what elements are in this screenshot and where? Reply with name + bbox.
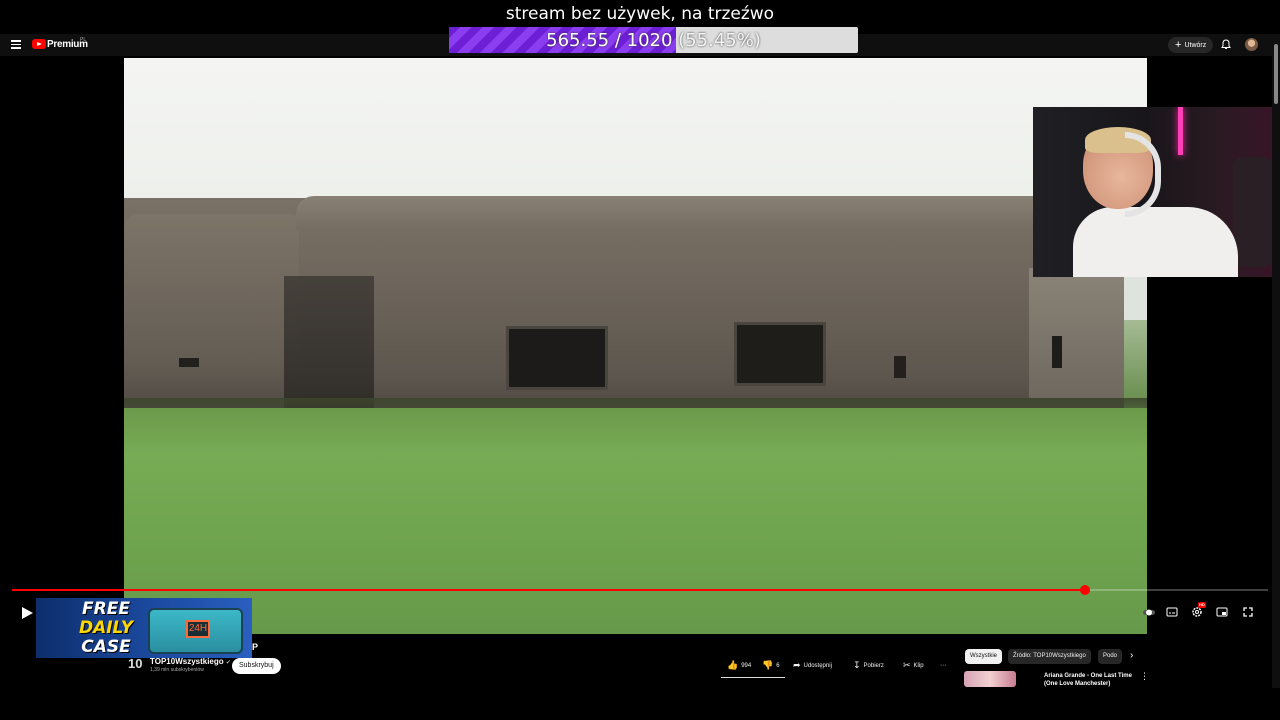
scrubber-played [12,589,1085,591]
channel-name[interactable]: TOP10Wszystkiego ✔ [150,657,231,666]
video-title: P [252,642,259,652]
goal-progress-bar: 565.55 / 1020 (55.45%) [449,27,858,53]
download-label: Pobierz [863,662,884,669]
download-icon: ↧ [853,660,861,670]
gaming-chair [1233,157,1273,267]
bunker-embrasure-left [506,326,608,390]
grass-field [124,408,1147,634]
subscribe-button[interactable]: Subskrybuj [232,658,281,674]
miniplayer-icon[interactable] [1216,606,1228,618]
recommendation-thumbnail[interactable] [964,671,1016,687]
youtube-logo-icon[interactable] [32,39,46,49]
bunker-right-block [1029,268,1124,398]
case-icon: 24H [148,608,243,654]
more-actions-button[interactable]: ⋯ [934,658,952,673]
fullscreen-icon[interactable] [1242,606,1254,618]
goal-progress-text: 565.55 / 1020 (55.45%) [449,30,858,51]
share-button[interactable]: ➦ Udostępnij [787,658,838,673]
bunker-embrasure-right [734,322,826,386]
background-trees [1124,320,1147,410]
autoplay-toggle-icon[interactable] [1143,606,1155,618]
goal-progress-value: 565.55 / 1020 [546,30,673,51]
neon-light [1178,107,1183,155]
share-icon: ➦ [793,660,801,670]
thumbs-up-icon: 👍 [727,660,739,670]
free-daily-case-promo[interactable]: FREE DAILY CASE 24H [36,598,252,658]
like-count: 994 [741,662,752,669]
promo-line-3: CASE [81,637,131,657]
promo-badge: 24H [186,620,210,638]
subscriber-count: 1,39 mln subskrybentów [150,667,204,673]
promo-text: FREE DAILY CASE [56,600,156,657]
chip-source[interactable]: Źródło: TOP10Wszystkiego [1008,649,1091,664]
play-icon[interactable] [22,607,33,619]
menu-icon[interactable] [11,40,21,49]
share-label: Udostępnij [803,662,832,669]
bunker-roof [296,196,1126,230]
create-button[interactable]: + Utwórz [1168,37,1214,53]
promo-line-2: DAILY [78,618,134,638]
bunker-slit [894,356,906,378]
streamer-webcam [1033,107,1280,277]
bell-icon[interactable] [1221,39,1231,50]
video-scrubber[interactable] [12,585,1268,595]
chip-similar[interactable]: Podo [1098,649,1123,664]
scrollbar-thumb[interactable] [1274,44,1278,104]
dislike-count: 6 [776,662,780,669]
clip-button[interactable]: ✂ Klip [897,658,930,673]
recommendation-menu-icon[interactable]: ⋮ [1140,671,1149,682]
bunker-slit [179,358,199,367]
goal-progress-percent: (55.45%) [678,30,761,51]
more-icon: ⋯ [940,663,946,669]
subtitles-icon[interactable] [1166,606,1178,618]
video-frame[interactable] [124,58,1147,634]
dislike-button[interactable]: 👎 6 [756,658,786,673]
bunker-entrance [284,276,374,416]
channel-avatar[interactable]: 10 [128,656,142,671]
avatar[interactable] [1245,38,1258,51]
stream-title: stream bez używek, na trzeźwo [505,4,775,24]
create-label: Utwórz [1184,41,1207,49]
plus-icon: + [1175,39,1182,51]
download-button[interactable]: ↧ Pobierz [847,658,890,673]
region-code: PL [80,37,87,43]
bottom-letterbox [0,688,1280,720]
recommendation-title[interactable]: Ariana Grande - One Last Time (One Love … [1044,672,1136,688]
bunker-left-block [124,214,299,424]
like-underline [721,677,785,678]
streamer-shirt [1073,207,1238,277]
scrubber-thumb[interactable] [1079,585,1090,595]
like-button[interactable]: 👍 994 [721,658,757,673]
clip-label: Klip [913,662,924,669]
page-scrollbar[interactable] [1272,34,1280,688]
hd-badge: HD [1198,602,1206,608]
promo-line-1: FREE [82,599,130,619]
scissors-icon: ✂ [903,660,911,670]
bunker-slit [1052,336,1062,368]
chevron-right-icon[interactable]: › [1130,650,1133,661]
chip-all[interactable]: Wszystkie [965,649,1002,664]
verified-icon: ✔ [225,660,231,666]
thumbs-down-icon: 👎 [762,660,774,670]
